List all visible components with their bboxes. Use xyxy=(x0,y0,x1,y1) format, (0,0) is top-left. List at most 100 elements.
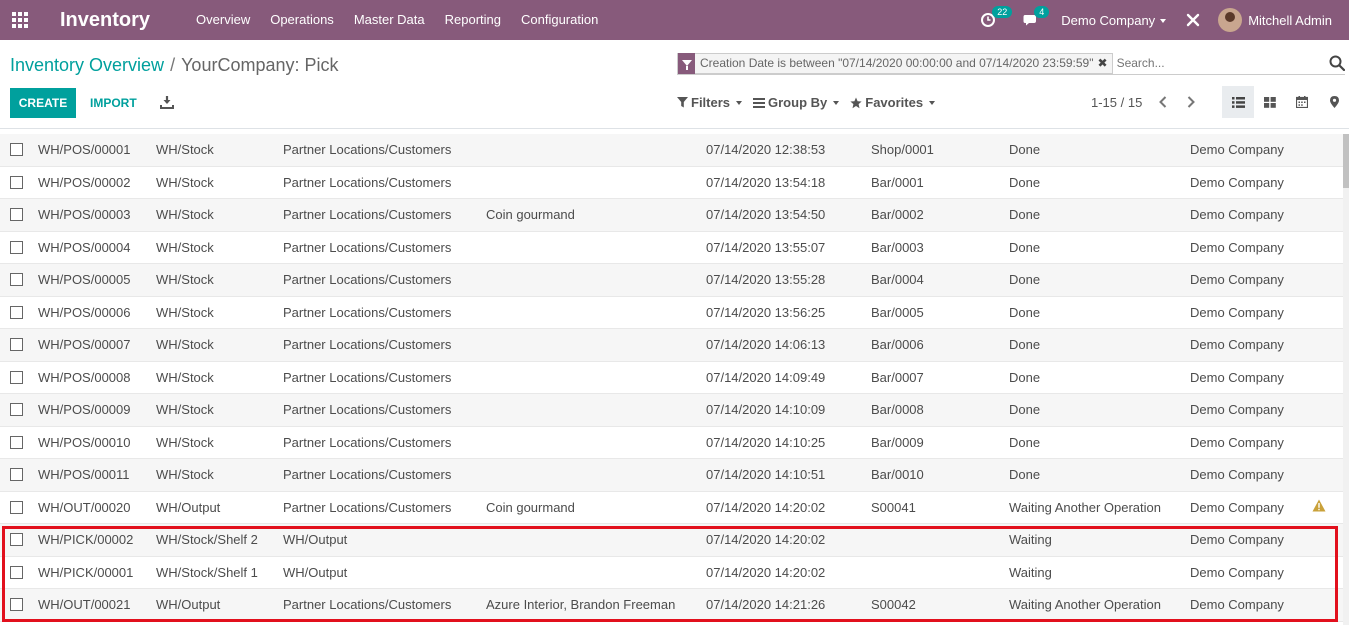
breadcrumb-current: YourCompany: Pick xyxy=(181,55,339,75)
user-menu[interactable]: Mitchell Admin xyxy=(1248,13,1332,28)
vertical-scrollbar[interactable] xyxy=(1343,134,1349,625)
menu-master-data[interactable]: Master Data xyxy=(344,0,435,40)
chevron-left-icon[interactable] xyxy=(1158,96,1168,108)
company-cell: Demo Company xyxy=(1190,239,1284,255)
menu-reporting[interactable]: Reporting xyxy=(435,0,511,40)
row-checkbox[interactable] xyxy=(10,240,23,254)
row-checkbox[interactable] xyxy=(10,175,23,189)
table-row[interactable]: WH/POS/00009 WH/Stock Partner Locations/Cu… xyxy=(0,394,1343,427)
destination-location-cell: Partner Locations/Customers xyxy=(283,434,452,450)
status-cell: Done xyxy=(1009,207,1041,223)
debug-tools-button[interactable] xyxy=(1186,13,1200,27)
table-row[interactable]: WH/POS/00010 WH/Stock Partner Locations/Cu… xyxy=(0,426,1343,459)
company-cell: Demo Company xyxy=(1190,272,1284,288)
row-checkbox[interactable] xyxy=(10,370,23,384)
row-checkbox[interactable] xyxy=(10,208,23,222)
source-document-cell: S00042 xyxy=(871,597,916,613)
list-view-button[interactable] xyxy=(1222,86,1254,118)
table-row[interactable]: WH/POS/00004 WH/Stock Partner Locations/Cu… xyxy=(0,231,1343,264)
group-by-dropdown[interactable]: Group By xyxy=(753,95,840,110)
table-row[interactable]: WH/POS/00003 WH/Stock Partner Locations/Cu… xyxy=(0,199,1343,232)
table-row[interactable]: WH/OUT/00021 WH/Output Partner Locations/C… xyxy=(0,589,1343,622)
table-row[interactable]: WH/POS/00007 WH/Stock Partner Locations/Cu… xyxy=(0,329,1343,362)
map-view-button[interactable] xyxy=(1318,86,1349,118)
filters-dropdown[interactable]: Filters xyxy=(677,95,743,110)
facet-label: Creation Date is between "07/14/2020 00:… xyxy=(700,56,1094,70)
app-name[interactable]: Inventory xyxy=(60,9,150,32)
contact-cell: Coin gourmand xyxy=(486,207,575,223)
row-checkbox[interactable] xyxy=(10,598,23,612)
row-checkbox[interactable] xyxy=(10,338,23,352)
import-button[interactable]: IMPORT xyxy=(84,88,143,118)
menu-operations[interactable]: Operations xyxy=(260,0,344,40)
messaging-button[interactable]: 4 xyxy=(1023,6,1050,27)
search-options: Filters Group By Favorites xyxy=(677,95,946,110)
row-checkbox[interactable] xyxy=(10,435,23,449)
company-cell: Demo Company xyxy=(1190,499,1284,515)
download-icon[interactable] xyxy=(160,95,174,109)
close-icon[interactable]: ✖ xyxy=(1098,56,1112,70)
table-row[interactable]: WH/PICK/00001 WH/Stock/Shelf 1 WH/Output 07… xyxy=(0,556,1343,589)
destination-location-cell: WH/Output xyxy=(283,564,348,580)
row-checkbox[interactable] xyxy=(10,403,23,417)
favorites-dropdown[interactable]: Favorites xyxy=(850,95,936,110)
table-row[interactable]: WH/OUT/00020 WH/Output Partner Locations/C… xyxy=(0,491,1343,524)
company-cell: Demo Company xyxy=(1190,337,1284,353)
tools-icon xyxy=(1186,13,1200,27)
table-row[interactable]: WH/POS/00011 WH/Stock Partner Locations/Cu… xyxy=(0,459,1343,492)
search-icon[interactable] xyxy=(1329,55,1345,71)
source-document-cell: Bar/0004 xyxy=(871,272,924,288)
reference-cell: WH/POS/00009 xyxy=(38,402,131,418)
row-checkbox[interactable] xyxy=(10,565,23,579)
row-checkbox[interactable] xyxy=(10,273,23,287)
table-row[interactable]: WH/POS/00002 WH/Stock Partner Locations/Cu… xyxy=(0,166,1343,199)
view-switcher xyxy=(1222,86,1349,118)
row-checkbox[interactable] xyxy=(10,143,23,157)
destination-location-cell: Partner Locations/Customers xyxy=(283,142,452,158)
menu-configuration[interactable]: Configuration xyxy=(511,0,608,40)
company-cell: Demo Company xyxy=(1190,207,1284,223)
row-checkbox[interactable] xyxy=(10,533,23,547)
calendar-view-button[interactable] xyxy=(1286,86,1318,118)
kanban-view-button[interactable] xyxy=(1254,86,1286,118)
avatar[interactable] xyxy=(1218,8,1243,32)
menu-overview[interactable]: Overview xyxy=(186,0,260,40)
destination-location-cell: Partner Locations/Customers xyxy=(283,304,452,320)
row-checkbox[interactable] xyxy=(10,500,23,514)
reference-cell: WH/OUT/00021 xyxy=(38,597,131,613)
scrollbar-thumb[interactable] xyxy=(1343,134,1349,188)
activity-button[interactable]: 22 xyxy=(981,6,1013,27)
scheduled-date-cell: 07/14/2020 13:55:28 xyxy=(706,272,826,288)
row-checkbox[interactable] xyxy=(10,305,23,319)
reference-cell: WH/OUT/00020 xyxy=(38,499,131,515)
source-document-cell: Bar/0010 xyxy=(871,467,924,483)
breadcrumb-parent[interactable]: Inventory Overview xyxy=(10,55,164,75)
row-checkbox[interactable] xyxy=(10,468,23,482)
scheduled-date-cell: 07/14/2020 14:10:09 xyxy=(706,402,826,418)
source-location-cell: WH/Stock xyxy=(156,207,214,223)
destination-location-cell: Partner Locations/Customers xyxy=(283,369,452,385)
activity-count-badge: 22 xyxy=(992,6,1013,18)
scheduled-date-cell: 07/14/2020 12:38:53 xyxy=(706,142,826,158)
table-row[interactable]: WH/PICK/00002 WH/Stock/Shelf 2 WH/Output 07… xyxy=(0,524,1343,557)
status-cell: Done xyxy=(1009,402,1041,418)
search-input[interactable] xyxy=(1116,56,1277,70)
scheduled-date-cell: 07/14/2020 13:54:50 xyxy=(706,207,826,223)
source-location-cell: WH/Stock xyxy=(156,467,214,483)
source-location-cell: WH/Stock xyxy=(156,239,214,255)
table-row[interactable]: WH/POS/00008 WH/Stock Partner Locations/Cu… xyxy=(0,361,1343,394)
company-switcher[interactable]: Demo Company xyxy=(1061,13,1167,28)
create-button[interactable]: CREATE xyxy=(10,88,76,118)
top-navbar: Inventory Overview Operations Master Dat… xyxy=(0,0,1349,40)
table-row[interactable]: WH/POS/00005 WH/Stock Partner Locations/Cu… xyxy=(0,264,1343,297)
reference-cell: WH/POS/00007 xyxy=(38,337,131,353)
chevron-right-icon[interactable] xyxy=(1186,96,1196,108)
table-row[interactable]: WH/POS/00006 WH/Stock Partner Locations/Cu… xyxy=(0,296,1343,329)
contact-cell: Coin gourmand xyxy=(486,499,575,515)
pager-value[interactable]: 1-15 / 15 xyxy=(1091,95,1142,110)
apps-menu-icon[interactable] xyxy=(0,0,40,40)
source-location-cell: WH/Output xyxy=(156,499,221,515)
company-cell: Demo Company xyxy=(1190,402,1284,418)
table-row[interactable]: WH/POS/00001 WH/Stock Partner Locations/Cu… xyxy=(0,134,1343,167)
warning-icon[interactable] xyxy=(1312,499,1326,512)
